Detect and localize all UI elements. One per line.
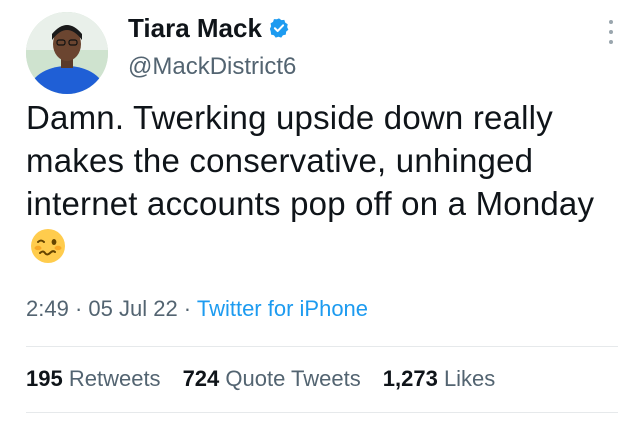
divider <box>26 412 618 413</box>
tweet-text: Damn. Twerking upside down really makes … <box>26 99 595 222</box>
avatar[interactable] <box>26 12 108 94</box>
quotes-label: Quote Tweets <box>225 366 361 391</box>
tweet-meta: 2:49 · 05 Jul 22 · Twitter for iPhone <box>26 294 368 324</box>
divider <box>26 346 618 347</box>
likes-label: Likes <box>443 366 496 391</box>
quotes-count: 724 <box>182 366 220 391</box>
likes-count: 1,273 <box>382 366 438 391</box>
avatar-image <box>26 12 108 94</box>
retweets-count: 195 <box>26 366 63 391</box>
more-options-icon[interactable] <box>608 20 614 44</box>
meta-separator: · <box>68 296 89 321</box>
more-dot <box>609 30 613 34</box>
author-name-row: Tiara Mack <box>128 12 290 44</box>
tweet-time[interactable]: 2:49 <box>26 296 69 321</box>
author-name[interactable]: Tiara Mack <box>128 12 262 44</box>
retweets-stat[interactable]: 195 Retweets <box>26 364 161 394</box>
more-dot <box>609 40 613 44</box>
author-handle[interactable]: @MackDistrict6 <box>128 52 296 82</box>
meta-separator: · <box>177 296 197 321</box>
likes-stat[interactable]: 1,273 Likes <box>383 364 496 394</box>
quote-tweets-stat[interactable]: 724 Quote Tweets <box>183 364 361 394</box>
tweet-source[interactable]: Twitter for iPhone <box>197 296 368 321</box>
woozy-face-emoji-icon <box>31 229 65 263</box>
retweets-label: Retweets <box>68 366 161 391</box>
verified-badge-icon <box>269 18 289 38</box>
tweet-body: Damn. Twerking upside down really makes … <box>26 96 616 268</box>
tweet-date[interactable]: 05 Jul 22 <box>88 296 177 321</box>
tweet-stats: 195 Retweets 724 Quote Tweets 1,273 Like… <box>26 364 495 394</box>
more-dot <box>609 20 613 24</box>
